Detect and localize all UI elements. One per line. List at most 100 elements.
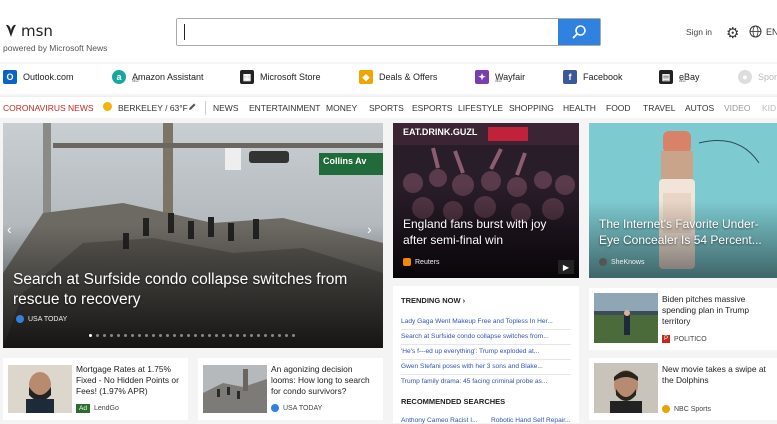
sheknows-icon [599,258,607,266]
england-fans-image [393,123,579,278]
nav-coronavirus[interactable]: CORONAVIRUS NEWS [3,103,94,113]
condo-image [203,365,267,413]
divider [401,374,571,375]
globe-icon[interactable] [749,25,762,38]
card-movie[interactable]: New movie takes a swipe at the Dolphins … [589,358,777,420]
nav-video[interactable]: VIDEO [724,103,750,113]
card-mortgage[interactable]: Mortgage Rates at 1.75% Fixed - No Hidde… [3,358,188,420]
nav-lifestyle[interactable]: LIFESTYLE [458,103,503,113]
nav-esports[interactable]: ESPORTS [412,103,452,113]
search-input[interactable] [177,19,558,45]
chevron-left-icon[interactable]: ‹ [7,221,23,241]
usa-today-icon [271,404,279,412]
chevron-right-icon[interactable]: › [367,221,383,241]
carousel-dot[interactable] [257,334,260,337]
carousel-dot[interactable] [159,334,162,337]
weather-location[interactable]: BERKELEY / 63°F [118,103,188,113]
quicklink-facebook[interactable]: f Facebook [563,70,623,84]
carousel-dot[interactable] [117,334,120,337]
carousel-dot[interactable] [236,334,239,337]
carousel-dot[interactable] [250,334,253,337]
language-label[interactable]: EN [766,27,777,37]
sign-in-link[interactable]: Sign in [686,27,712,37]
nbc-peacock-icon [662,405,670,413]
source-label: USA TODAY [283,404,323,412]
trending-item[interactable]: Trump family drama: 45 facing criminal p… [401,378,571,385]
carousel-dot[interactable] [201,334,204,337]
card-biden[interactable]: Biden pitches massive spending plan in T… [589,288,777,350]
carousel-dot[interactable] [215,334,218,337]
carousel-dot[interactable] [131,334,134,337]
nav-food[interactable]: FOOD [606,103,631,113]
quicklink-store[interactable]: ▦ Microsoft Store [240,70,321,84]
carousel-dot[interactable] [180,334,183,337]
carousel-dot[interactable] [264,334,267,337]
play-icon[interactable]: ▶ [558,260,574,274]
carousel-dot[interactable] [187,334,190,337]
card-condo[interactable]: An agonizing decision looms: How long to… [198,358,383,420]
carousel-dot[interactable] [152,334,155,337]
trending-item[interactable]: Gwen Stefani poses with her 3 sons and B… [401,363,571,370]
news-tile-concealer[interactable]: The Internet's Favorite Under-Eye Concea… [589,123,777,278]
quicklink-label: Microsoft Store [260,72,321,82]
carousel-dot[interactable] [243,334,246,337]
carousel-dot[interactable] [173,334,176,337]
usa-today-icon [16,315,24,323]
nav-news[interactable]: NEWS [213,103,239,113]
news-tile-england[interactable]: EAT.DRINK.GUZL England fans burst with j… [393,123,579,278]
nav-sports[interactable]: SPORTS [369,103,404,113]
carousel-dot[interactable] [145,334,148,337]
carousel-dot[interactable] [89,334,92,337]
nav-money[interactable]: MONEY [326,103,357,113]
concealer-title[interactable]: The Internet's Favorite Under-Eye Concea… [599,216,774,248]
quicklink-sports[interactable]: ● Spor [738,70,777,84]
condo-title[interactable]: An agonizing decision looms: How long to… [271,364,379,397]
carousel-dot[interactable] [124,334,127,337]
carousel-dot[interactable] [208,334,211,337]
nav-kids[interactable]: KID [762,103,776,113]
carousel-dot[interactable] [166,334,169,337]
trending-item[interactable]: Lady Gaga Went Makeup Free and Topless I… [401,318,571,325]
carousel-dot[interactable] [110,334,113,337]
wayfair-icon: ✦ [475,70,489,84]
nav-entertainment[interactable]: ENTERTAINMENT [249,103,320,113]
quicklink-label: Deals & Offers [379,72,438,82]
divider [401,344,571,345]
carousel-dot[interactable] [278,334,281,337]
quicklink-amazon[interactable]: a Amazon Assistant [112,70,204,84]
search-button[interactable] [558,19,600,45]
nav-autos[interactable]: AUTOS [685,103,714,113]
trending-panel: TRENDING NOW › Lady Gaga Went Makeup Fre… [393,286,579,424]
carousel-dot[interactable] [229,334,232,337]
trending-item[interactable]: 'He's f---ed up everything': Trump explo… [401,348,571,355]
divider [401,359,571,360]
logo-text: msn [21,22,53,40]
msn-logo[interactable]: msn [4,22,53,40]
nav-shopping[interactable]: SHOPPING [509,103,554,113]
tag-icon: ◆ [359,70,373,84]
carousel-dot[interactable] [271,334,274,337]
england-title[interactable]: England fans burst with joy after semi-f… [403,216,573,248]
hero-carousel[interactable]: Collins Av ‹ › Search at Surfside condo … [3,123,383,348]
carousel-dot[interactable] [222,334,225,337]
nav-health[interactable]: HEALTH [563,103,596,113]
carousel-dot[interactable] [285,334,288,337]
carousel-dot[interactable] [96,334,99,337]
carousel-dot[interactable] [103,334,106,337]
concealer-source: SheKnows [599,258,644,266]
gear-icon[interactable]: ⚙ [726,24,739,42]
trending-heading[interactable]: TRENDING NOW › [401,296,465,305]
movie-title[interactable]: New movie takes a swipe at the Dolphins [662,364,772,386]
carousel-dot[interactable] [194,334,197,337]
quicklink-outlook[interactable]: O Outlook.com [3,70,74,84]
nav-travel[interactable]: TRAVEL [643,103,675,113]
quicklink-deals[interactable]: ◆ Deals & Offers [359,70,437,84]
mortgage-title[interactable]: Mortgage Rates at 1.75% Fixed - No Hidde… [76,364,184,397]
carousel-dot[interactable] [292,334,295,337]
carousel-dot[interactable] [138,334,141,337]
trending-item[interactable]: Search at Surfside condo collapse switch… [401,333,571,340]
pencil-icon[interactable] [188,103,196,111]
biden-title[interactable]: Biden pitches massive spending plan in T… [662,294,772,327]
source-label: Reuters [415,258,440,266]
hero-title[interactable]: Search at Surfside condo collapse switch… [13,270,353,310]
